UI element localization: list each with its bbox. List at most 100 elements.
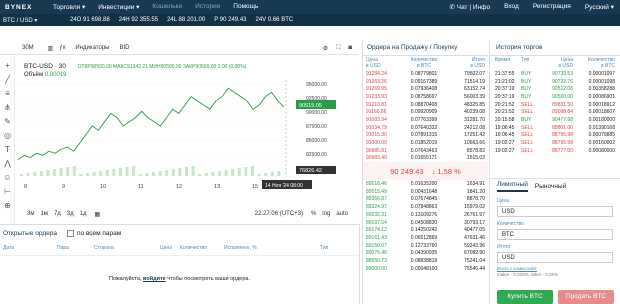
trade-row[interactable]: 21:37:55 BUY 90739.53 0.00001097 bbox=[490, 70, 620, 78]
bid-row[interactable]: 89174.12 0.14250242 40477.05 bbox=[363, 226, 488, 234]
ticker-bar: BTC / USD ▾ 24O 91 698.88 24H 92 355.55 … bbox=[0, 14, 620, 26]
language-select[interactable]: Русский ▾ bbox=[585, 3, 614, 11]
pattern-icon[interactable]: ⋀ bbox=[3, 159, 12, 168]
log-toggle[interactable]: log bbox=[322, 211, 330, 217]
login-prompt-suffix: чтобы посмотреть ваши ордера. bbox=[165, 276, 250, 282]
bid-row-cell: 8878.70 bbox=[466, 196, 485, 203]
orders-header: Дата Пара Сторона Цена Количество Исполн… bbox=[0, 241, 359, 256]
ask-row[interactable]: 91083.94 0.07763399 31281.70 bbox=[363, 116, 488, 124]
emoji-icon[interactable]: ☺ bbox=[3, 173, 12, 182]
percent-toggle[interactable]: % bbox=[311, 211, 316, 217]
ask-row-cell: 91015.30 bbox=[366, 132, 387, 139]
login-prompt-link[interactable]: войдите bbox=[143, 276, 166, 282]
bid-row[interactable]: 89515.49 0.00431648 1841.20 bbox=[363, 188, 488, 196]
zoom-3d[interactable]: 3д bbox=[67, 211, 74, 217]
bid-row[interactable]: 89324.97 0.07848863 15979.02 bbox=[363, 203, 488, 211]
horizontal-line-icon[interactable]: ≡ bbox=[3, 89, 12, 98]
menu-trading[interactable]: Торговля ▾ bbox=[53, 3, 85, 11]
bid-row-cell: 0.06512869 bbox=[410, 234, 438, 241]
zoom-3m[interactable]: 3м bbox=[27, 211, 34, 217]
zoom-1m[interactable]: 1м bbox=[40, 211, 47, 217]
pair-selector[interactable]: BTC / USD ▾ bbox=[3, 17, 61, 24]
sell-button[interactable]: Продать BTC bbox=[558, 290, 614, 304]
menu-investments[interactable]: Инвестиции ▾ bbox=[98, 3, 139, 11]
all-pairs-label[interactable]: по всем парам bbox=[77, 230, 121, 237]
trade-row[interactable]: 19:02:27 SELL 88777.00 0.00080000 bbox=[490, 147, 620, 155]
ask-row[interactable]: 91210.81 0.08870408 48325.85 bbox=[363, 101, 488, 109]
menu-history[interactable]: История bbox=[195, 3, 220, 11]
total-input[interactable]: USD bbox=[497, 252, 613, 263]
settings-icon[interactable]: ⚙ bbox=[323, 45, 328, 52]
bid-row[interactable]: 89366.87 0.07674845 8878.70 bbox=[363, 196, 488, 204]
calendar-icon[interactable]: ▦ bbox=[94, 211, 100, 218]
ask-row[interactable]: 91284.24 0.08779801 79502.07 bbox=[363, 70, 488, 78]
trade-row-cell: 0.00086901 bbox=[588, 93, 615, 100]
login-link[interactable]: Вход bbox=[504, 3, 519, 11]
buy-button[interactable]: Купить BTC bbox=[497, 290, 553, 304]
menu-help[interactable]: Помощь bbox=[233, 3, 258, 11]
price-chart[interactable]: 95000.0092500.0090000.0087500.0085000.00… bbox=[16, 80, 358, 190]
ask-row[interactable]: 91160.86 0.09920909 40239.08 bbox=[363, 108, 488, 116]
bid-row[interactable]: 89076.46 0.04390935 67082.90 bbox=[363, 249, 488, 257]
trade-row[interactable]: 19:06:45 SELL 88801.00 0.01390168 bbox=[490, 124, 620, 132]
menu-wallets[interactable]: Кошельки bbox=[152, 3, 182, 11]
zoom-1d[interactable]: 1д bbox=[80, 211, 87, 217]
bid-button[interactable]: BID bbox=[119, 45, 129, 51]
ask-row[interactable]: 91015.30 0.07891315 17251.42 bbox=[363, 132, 488, 140]
screenshot-icon[interactable]: ◙ bbox=[348, 45, 352, 51]
trade-row[interactable]: 21:21:02 BUY 90722.76 0.00001098 bbox=[490, 78, 620, 86]
bid-row[interactable]: 89150.07 0.12733760 59243.96 bbox=[363, 242, 488, 250]
ask-row[interactable]: 91034.79 0.07640332 24212.08 bbox=[363, 124, 488, 132]
info-link[interactable]: Инфо bbox=[473, 4, 490, 11]
all-pairs-checkbox[interactable] bbox=[66, 229, 74, 237]
ask-row[interactable]: 90985.81 0.07643463 8578.82 bbox=[363, 147, 488, 155]
chat-link[interactable]: ✆ Чат | Инфо bbox=[449, 3, 490, 11]
bid-row[interactable]: 89516.46 0.01635200 1634.91 bbox=[363, 180, 488, 188]
ask-row[interactable]: 90983.40 0.01655171 1515.02 bbox=[363, 155, 488, 163]
amount-input[interactable]: BTC bbox=[497, 229, 613, 240]
trade-row[interactable]: 20:37:19 BUY 90512.08 0.00358288 bbox=[490, 85, 620, 93]
indicators-button[interactable]: ƒx Индикаторы bbox=[59, 45, 109, 51]
ask-row[interactable]: 91233.93 0.08758697 56003.39 bbox=[363, 93, 488, 101]
trade-row-cell: 0.00018607 bbox=[588, 109, 615, 116]
bid-row[interactable]: 89232.31 0.13109276 26761.97 bbox=[363, 211, 488, 219]
trade-row[interactable]: 19:02:27 SELL 88795.98 0.00160002 bbox=[490, 139, 620, 147]
trade-row[interactable]: 20:15:58 BUY 90477.98 0.00180000 bbox=[490, 116, 620, 124]
bid-row-cell: 47631.46 bbox=[464, 234, 485, 241]
tab-market[interactable]: Рыночный bbox=[535, 183, 566, 190]
fork-icon[interactable]: ⋔ bbox=[3, 103, 12, 112]
bid-row[interactable]: 88550.73 0.08838818 75241.04 bbox=[363, 257, 488, 265]
ask-row[interactable]: 91000.00 0.01852019 10663.66 bbox=[363, 139, 488, 147]
col-side: Сторона bbox=[94, 245, 114, 251]
trade-row-cell: 89831.50 bbox=[552, 101, 573, 108]
fullscreen-icon[interactable]: ⛶ bbox=[336, 45, 340, 52]
ruler-icon[interactable]: ⊢ bbox=[3, 187, 12, 196]
crosshair-icon[interactable]: + bbox=[3, 61, 12, 70]
bid-row[interactable]: 89197.64 0.04508830 30793.17 bbox=[363, 219, 488, 227]
trade-row[interactable]: 20:21:52 SELL 89831.50 0.00018912 bbox=[490, 101, 620, 109]
volume-bar bbox=[125, 167, 129, 176]
trade-row[interactable]: 20:21:52 SELL 89098.84 0.00018607 bbox=[490, 108, 620, 116]
trade-row[interactable]: 20:37:19 BUY 90500.00 0.00086901 bbox=[490, 93, 620, 101]
price-input[interactable]: USD bbox=[497, 206, 613, 217]
trade-row[interactable]: 19:06:45 SELL 88795.98 0.00079885 bbox=[490, 132, 620, 140]
ask-row[interactable]: 91269.95 0.07936408 63152.74 bbox=[363, 85, 488, 93]
auto-toggle[interactable]: auto bbox=[336, 211, 348, 217]
shapes-icon[interactable]: ◎ bbox=[3, 131, 12, 140]
bid-row[interactable]: 89161.43 0.06512869 47631.46 bbox=[363, 234, 488, 242]
tab-limit[interactable]: Лимитный bbox=[497, 181, 528, 192]
trade-row-cell: SELL bbox=[521, 101, 534, 108]
brush-icon[interactable]: ✎ bbox=[3, 117, 12, 126]
brand-logo[interactable]: BYNEX bbox=[5, 4, 45, 11]
ask-row-cell: 24212.08 bbox=[464, 124, 485, 131]
ask-row[interactable]: 91263.26 0.09167389 71514.19 bbox=[363, 78, 488, 86]
bid-row[interactable]: 89000.00 0.00048100 75546.44 bbox=[363, 265, 488, 273]
interval-select[interactable]: 30M bbox=[22, 45, 34, 51]
asks-list: 91284.24 0.08779801 79502.07 91263.26 0.0916… bbox=[363, 70, 488, 162]
zoom-7d[interactable]: 7д bbox=[54, 211, 61, 217]
trendline-icon[interactable]: ╱ bbox=[3, 75, 12, 84]
register-link[interactable]: Регистрация bbox=[533, 3, 571, 11]
text-icon[interactable]: T bbox=[3, 145, 12, 154]
candle-type-icon[interactable]: ▥ bbox=[48, 45, 54, 52]
amount-label: Количество bbox=[497, 221, 524, 227]
